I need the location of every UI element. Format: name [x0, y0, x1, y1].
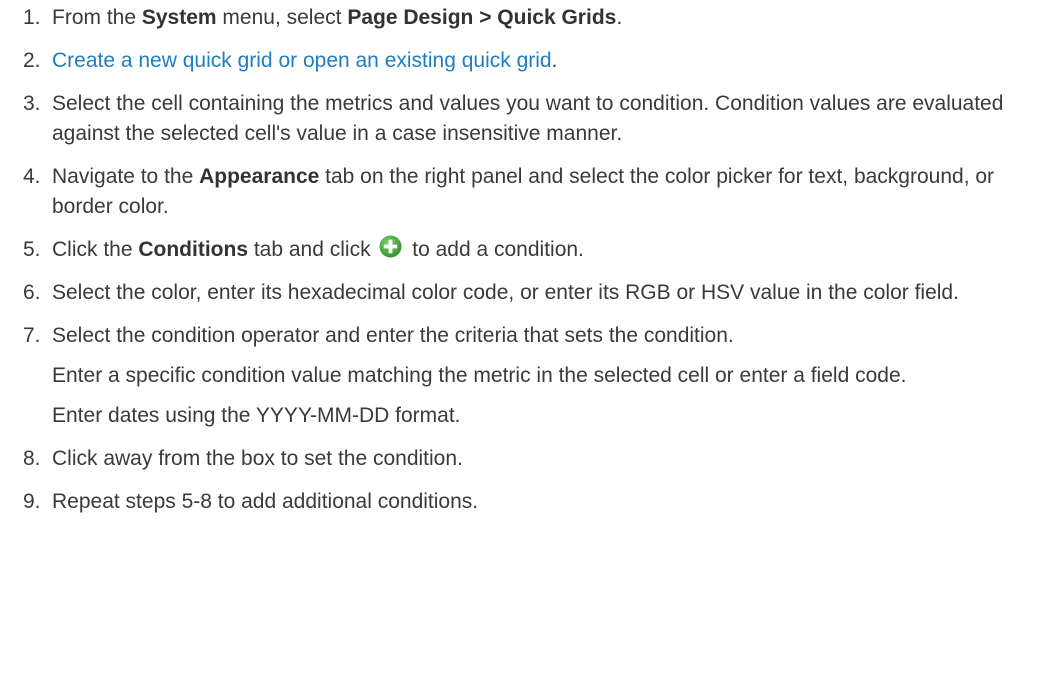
- menu-path: Page Design > Quick Grids: [347, 6, 617, 29]
- conditions-tab-name: Conditions: [138, 238, 249, 261]
- step-4: 4. Navigate to the Appearance tab on the…: [0, 162, 1055, 222]
- step-text: Repeat steps 5-8 to add additional condi…: [52, 490, 479, 513]
- step-text: Select the cell containing the metrics a…: [52, 92, 1004, 145]
- create-quick-grid-link[interactable]: Create a new quick grid or open an exist…: [52, 49, 552, 72]
- step-6: 6. Select the color, enter its hexadecim…: [0, 278, 1055, 308]
- text-segment: to add a condition.: [406, 238, 584, 261]
- step-number: 9.: [23, 490, 41, 513]
- step-3: 3. Select the cell containing the metric…: [0, 89, 1055, 149]
- step-number: 6.: [23, 281, 41, 304]
- step-text: Select the condition operator and enter …: [52, 324, 734, 347]
- step-8: 8. Click away from the box to set the co…: [0, 444, 1055, 474]
- text-segment: Navigate to the: [52, 165, 200, 188]
- text-segment: .: [616, 6, 623, 29]
- step-number: 2.: [23, 49, 41, 72]
- step-2: 2. Create a new quick grid or open an ex…: [0, 46, 1055, 76]
- text-segment: menu, select: [216, 6, 348, 29]
- step-text: Select the color, enter its hexadecimal …: [52, 281, 959, 304]
- step-text: Navigate to the Appearance tab on the ri…: [52, 162, 1045, 222]
- step-number: 8.: [23, 447, 41, 470]
- step-number: 7.: [23, 324, 41, 347]
- step-note: Enter a specific condition value matchin…: [52, 364, 907, 387]
- text-segment: .: [551, 49, 558, 72]
- step-text: Click the Conditions tab and click to ad…: [52, 235, 1045, 265]
- step-5: 5. Click the Conditions tab and click to…: [0, 235, 1055, 265]
- text-segment: tab and click: [248, 238, 377, 261]
- document: 1. From the System menu, select Page Des…: [0, 0, 1055, 686]
- step-text: From the System menu, select Page Design…: [52, 3, 1045, 33]
- text-segment: Click the: [52, 238, 139, 261]
- step-9: 9. Repeat steps 5-8 to add additional co…: [0, 487, 1055, 517]
- step-number: 5.: [23, 238, 41, 261]
- step-text: Create a new quick grid or open an exist…: [52, 46, 1045, 76]
- step-1: 1. From the System menu, select Page Des…: [0, 3, 1055, 33]
- appearance-tab-name: Appearance: [199, 165, 320, 188]
- add-condition-plus-icon: [379, 235, 402, 258]
- text-segment: From the: [52, 6, 142, 29]
- step-number: 1.: [23, 6, 41, 29]
- step-7: 7. Select the condition operator and ent…: [0, 321, 1055, 431]
- system-menu-name: System: [141, 6, 217, 29]
- step-note: Enter dates using the YYYY-MM-DD format.: [52, 404, 461, 427]
- step-text: Click away from the box to set the condi…: [52, 447, 463, 470]
- step-number: 3.: [23, 92, 41, 115]
- step-number: 4.: [23, 165, 41, 188]
- procedure-steps: 1. From the System menu, select Page Des…: [0, 3, 1055, 517]
